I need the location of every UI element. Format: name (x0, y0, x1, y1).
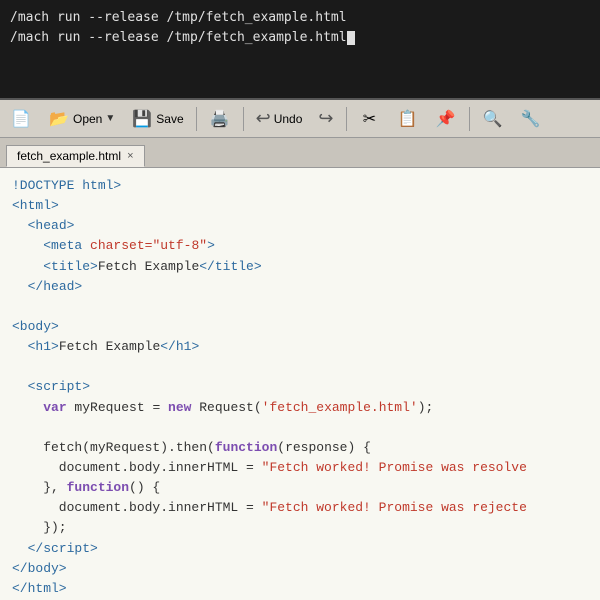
html-close: </html> (12, 581, 67, 596)
save-button[interactable]: 💾 Save (125, 105, 189, 133)
paste-icon: 📌 (435, 108, 457, 130)
request-str: 'fetch_example.html' (262, 400, 418, 415)
title-close: </title> (199, 259, 261, 274)
search-icon: 🔍 (482, 108, 504, 130)
new-button[interactable]: 📄 (4, 105, 38, 133)
open-icon: 📂 (48, 108, 70, 130)
script-open: <script> (28, 379, 90, 394)
head-close: </head> (28, 279, 83, 294)
terminal-line-1: /mach run --release /tmp/fetch_example.h… (10, 8, 590, 28)
print-icon: 🖨️ (209, 108, 231, 130)
cut-button[interactable]: ✂ (353, 105, 387, 133)
cursor (347, 31, 355, 45)
save-icon: 💾 (131, 108, 153, 130)
charset-val: "utf-8" (152, 238, 207, 253)
reject-str: "Fetch worked! Promise was rejecte (262, 500, 527, 515)
doctype: !DOCTYPE html> (12, 178, 121, 193)
open-dropdown-icon: ▼ (105, 113, 115, 124)
open-label: Open (73, 112, 102, 126)
redo-button[interactable]: ↪ (312, 105, 339, 132)
separator-3 (346, 107, 347, 131)
open-button[interactable]: 📂 Open ▼ (42, 105, 121, 133)
tab-fetch-example[interactable]: fetch_example.html × (6, 145, 145, 167)
separator-1 (196, 107, 197, 131)
resolve-str: "Fetch worked! Promise was resolve (262, 460, 527, 475)
paste-button[interactable]: 📌 (429, 105, 463, 133)
script-close: </script> (28, 541, 98, 556)
copy-icon: 📋 (397, 108, 419, 130)
undo-button[interactable]: ↩ Undo (250, 105, 309, 132)
separator-2 (243, 107, 244, 131)
tab-filename: fetch_example.html (17, 149, 121, 163)
separator-4 (469, 107, 470, 131)
save-label: Save (156, 112, 183, 126)
search-button[interactable]: 🔍 (476, 105, 510, 133)
settings-button[interactable]: 🔧 (514, 105, 548, 133)
var-kw: var (43, 400, 66, 415)
meta-tag: <meta (43, 238, 90, 253)
function-kw-2: function (67, 480, 129, 495)
new-kw: new (168, 400, 191, 415)
settings-icon: 🔧 (520, 108, 542, 130)
title-text: Fetch Example (98, 259, 199, 274)
toolbar: 📄 📂 Open ▼ 💾 Save 🖨️ ↩ Undo ↪ ✂ 📋 📌 🔍 🔧 (0, 100, 600, 138)
editor-area[interactable]: !DOCTYPE html> <html> <head> <meta chars… (0, 168, 600, 600)
undo-label: Undo (274, 112, 303, 126)
undo-icon: ↩ (256, 108, 271, 129)
function-kw-1: function (215, 440, 277, 455)
html-open: <html> (12, 198, 59, 213)
tab-bar: fetch_example.html × (0, 138, 600, 168)
redo-icon: ↪ (318, 108, 333, 129)
h1-close: </h1> (160, 339, 199, 354)
title-open: <title> (43, 259, 98, 274)
terminal-line-2: /mach run --release /tmp/fetch_example.h… (10, 28, 590, 48)
terminal: /mach run --release /tmp/fetch_example.h… (0, 0, 600, 100)
body-open: <body> (12, 319, 59, 334)
charset-attr: charset= (90, 238, 152, 253)
tab-close-button[interactable]: × (127, 151, 133, 162)
cut-icon: ✂ (359, 108, 381, 130)
head-open: <head> (28, 218, 75, 233)
print-button[interactable]: 🖨️ (203, 105, 237, 133)
body-close: </body> (12, 561, 67, 576)
h1-open: <h1> (28, 339, 59, 354)
copy-button[interactable]: 📋 (391, 105, 425, 133)
new-icon: 📄 (10, 108, 32, 130)
